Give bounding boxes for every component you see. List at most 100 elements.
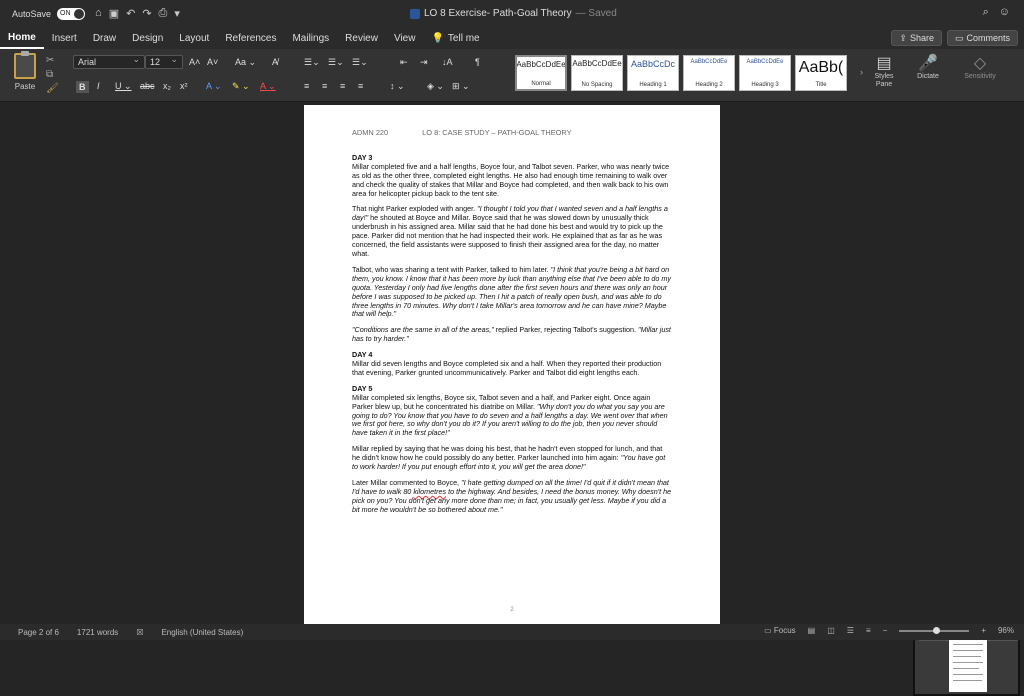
style-name: Heading 3 (751, 82, 779, 88)
bold-icon[interactable]: B (76, 81, 89, 93)
tell-me-search[interactable]: 💡 Tell me (423, 27, 487, 49)
tab-layout[interactable]: Layout (171, 27, 217, 49)
underline-icon[interactable]: U ⌄ (115, 81, 132, 92)
sensitivity-label: Sensitivity (964, 73, 996, 80)
borders-icon[interactable]: ⊞ ⌄ (452, 81, 470, 92)
styles-pane-button[interactable]: ▤ Styles Pane (870, 53, 898, 89)
tab-view[interactable]: View (386, 27, 424, 49)
clear-formatting-icon[interactable]: A̸ (272, 57, 278, 67)
document-page[interactable]: ADMN 220 LO 8: CASE STUDY – PATH-GOAL TH… (304, 105, 720, 625)
comments-label: Comments (966, 33, 1010, 43)
justify-icon[interactable]: ≡ (358, 81, 363, 91)
align-left-icon[interactable]: ≡ (304, 81, 309, 91)
autosave-toggle[interactable]: ON (57, 7, 86, 20)
share-icon: ⇪ (899, 32, 907, 43)
sort-icon[interactable]: ↓A (442, 57, 453, 67)
comments-button[interactable]: ▭ Comments (946, 30, 1018, 46)
style-sample: AaBbCcDdEe (516, 60, 566, 69)
shading-icon[interactable]: ◈ ⌄ (427, 81, 444, 92)
outline-view-icon[interactable]: ☰ (847, 626, 854, 635)
tab-home[interactable]: Home (0, 27, 44, 49)
language-status[interactable]: English (United States) (161, 628, 243, 637)
document-canvas: ADMN 220 LO 8: CASE STUDY – PATH-GOAL TH… (0, 102, 1024, 696)
sensitivity-button[interactable]: ◇ Sensitivity (960, 53, 1000, 80)
focus-label: Focus (773, 626, 796, 635)
font-size-dropdown[interactable]: 12 (145, 53, 183, 69)
zoom-in-icon[interactable]: + (981, 626, 986, 635)
home-icon[interactable]: ⌂ (95, 7, 102, 20)
zoom-slider[interactable] (899, 626, 970, 634)
ribbon-tabs: Home Insert Draw Design Layout Reference… (0, 27, 1024, 49)
change-case-icon[interactable]: Aa ⌄ (235, 57, 256, 68)
customize-toolbar-icon[interactable]: ▾ (174, 7, 180, 20)
text-effects-icon[interactable]: A ⌄ (206, 81, 222, 92)
lightbulb-icon: 💡 (431, 32, 444, 44)
print-layout-icon[interactable]: ▤ (808, 626, 816, 635)
tab-design[interactable]: Design (124, 27, 171, 49)
save-icon[interactable]: ▣ (109, 7, 119, 20)
focus-button[interactable]: ▭ Focus (764, 626, 796, 635)
zoom-out-icon[interactable]: − (883, 626, 888, 635)
tab-draw[interactable]: Draw (85, 27, 124, 49)
copy-icon[interactable]: ⧉ (46, 69, 53, 80)
dictate-button[interactable]: 🎤 Dictate (913, 53, 943, 80)
subscript-icon[interactable]: x₂ (163, 81, 171, 91)
strikethrough-icon[interactable]: abc (140, 81, 155, 91)
style-name: Heading 1 (639, 82, 667, 88)
style-heading-2[interactable]: AaBbCcDdEe Heading 2 (683, 55, 735, 91)
proofing-icon[interactable]: ☒ (136, 628, 143, 637)
tab-references[interactable]: References (217, 27, 284, 49)
superscript-icon[interactable]: x² (180, 81, 188, 91)
save-status[interactable]: — Saved (576, 8, 617, 19)
undo-icon[interactable]: ↶ (126, 7, 135, 20)
style-name: Normal (531, 81, 551, 87)
highlight-icon[interactable]: ✎ ⌄ (232, 81, 250, 92)
styles-more-chevron-icon[interactable]: › (860, 67, 863, 77)
spelling-error[interactable]: kilometres (413, 487, 446, 496)
line-spacing-icon[interactable]: ↕ ⌄ (390, 81, 405, 92)
paragraph: Talbot, who was sharing a tent with Park… (352, 264, 672, 319)
font-name-dropdown[interactable]: Arial (73, 53, 145, 69)
font-color-icon[interactable]: A ⌄ (260, 81, 276, 92)
tab-insert[interactable]: Insert (44, 27, 85, 49)
paragraph: Millar replied by saying that he was doi… (352, 444, 666, 472)
italic-icon[interactable]: I (97, 81, 100, 91)
redo-icon[interactable]: ↷ (142, 7, 151, 20)
style-normal[interactable]: AaBbCcDdEe Normal (515, 55, 567, 91)
tab-mailings[interactable]: Mailings (284, 27, 337, 49)
paragraph: That night Parker exploded with anger. "… (352, 204, 668, 258)
account-icon[interactable]: ☺ (999, 6, 1010, 19)
paste-button[interactable]: Paste (8, 51, 42, 91)
print-icon[interactable]: ⎙ (159, 7, 168, 20)
grow-font-icon[interactable]: A˄ (189, 57, 200, 67)
style-heading-1[interactable]: AaBbCcDc Heading 1 (627, 55, 679, 91)
word-count[interactable]: 1721 words (77, 628, 118, 637)
draft-view-icon[interactable]: ≡ (866, 626, 871, 635)
web-layout-icon[interactable]: ◫ (827, 626, 835, 635)
numbering-icon[interactable]: ☰⌄ (328, 57, 344, 68)
share-button[interactable]: ⇪ Share (891, 30, 942, 46)
paragraph: Millar completed five and a half lengths… (352, 161, 670, 198)
style-name: Title (815, 82, 827, 88)
bullets-icon[interactable]: ☰⌄ (304, 57, 320, 68)
style-title[interactable]: AaBb( Title (795, 55, 847, 91)
zoom-level[interactable]: 96% (998, 626, 1014, 635)
increase-indent-icon[interactable]: ⇥ (420, 57, 428, 68)
tab-review[interactable]: Review (337, 27, 386, 49)
page-count[interactable]: Page 2 of 6 (18, 628, 59, 637)
decrease-indent-icon[interactable]: ⇤ (400, 57, 408, 68)
style-heading-3[interactable]: AaBbCcDdEe Heading 3 (739, 55, 791, 91)
align-right-icon[interactable]: ≡ (340, 81, 345, 91)
style-no-spacing[interactable]: AaBbCcDdEe No Spacing (571, 55, 623, 91)
format-painter-icon[interactable]: 🖌 (46, 83, 59, 94)
multilevel-list-icon[interactable]: ☰⌄ (352, 57, 368, 68)
cut-icon[interactable]: ✂ (46, 55, 54, 66)
comment-icon: ▭ (954, 32, 964, 43)
show-formatting-icon[interactable]: ¶ (475, 57, 480, 67)
autosave-control[interactable]: AutoSave ON (12, 7, 86, 20)
autosave-label: AutoSave (12, 8, 52, 19)
shrink-font-icon[interactable]: A˅ (207, 57, 218, 67)
style-sample: AaBb( (798, 59, 844, 76)
search-icon[interactable]: ⌕ (983, 6, 989, 19)
align-center-icon[interactable]: ≡ (322, 81, 327, 91)
